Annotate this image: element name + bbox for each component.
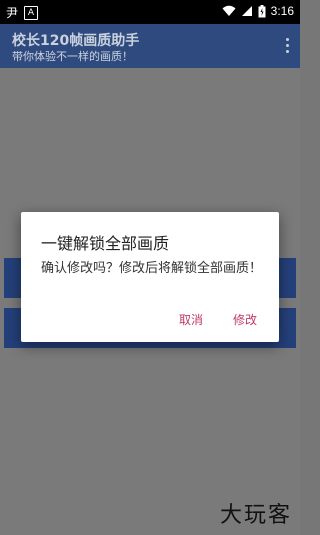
cancel-button[interactable]: 取消 (179, 311, 203, 328)
battery-icon (258, 4, 266, 18)
confirm-button[interactable]: 修改 (233, 311, 257, 328)
app-bar: 校长120帧画质助手 带你体验不一样的画质！ (0, 24, 300, 68)
wifi-icon (222, 5, 236, 17)
watermark-logo: 大玩客 (219, 503, 292, 528)
status-bar-right: 3:16 (222, 4, 294, 18)
carrier-icon: 尹 (6, 6, 19, 20)
dialog-title: 一键解锁全部画质 (41, 234, 170, 253)
app-subtitle: 带你体验不一样的画质！ (12, 50, 133, 63)
status-bar-left: 尹 A (6, 4, 39, 21)
signal-icon (241, 5, 253, 17)
a-notification-icon: A (24, 5, 39, 20)
overflow-menu-icon[interactable] (284, 38, 290, 56)
confirm-dialog: 一键解锁全部画质 确认修改吗？修改后将解锁全部画质！ 取消 修改 (21, 212, 279, 342)
dialog-actions: 取消 修改 (179, 311, 257, 328)
status-time: 3:16 (270, 4, 294, 18)
app-title: 校长120帧画质助手 (12, 33, 140, 49)
dialog-message: 确认修改吗？修改后将解锁全部画质！ (41, 261, 263, 276)
status-bar: 尹 A 3:16 (0, 0, 300, 24)
